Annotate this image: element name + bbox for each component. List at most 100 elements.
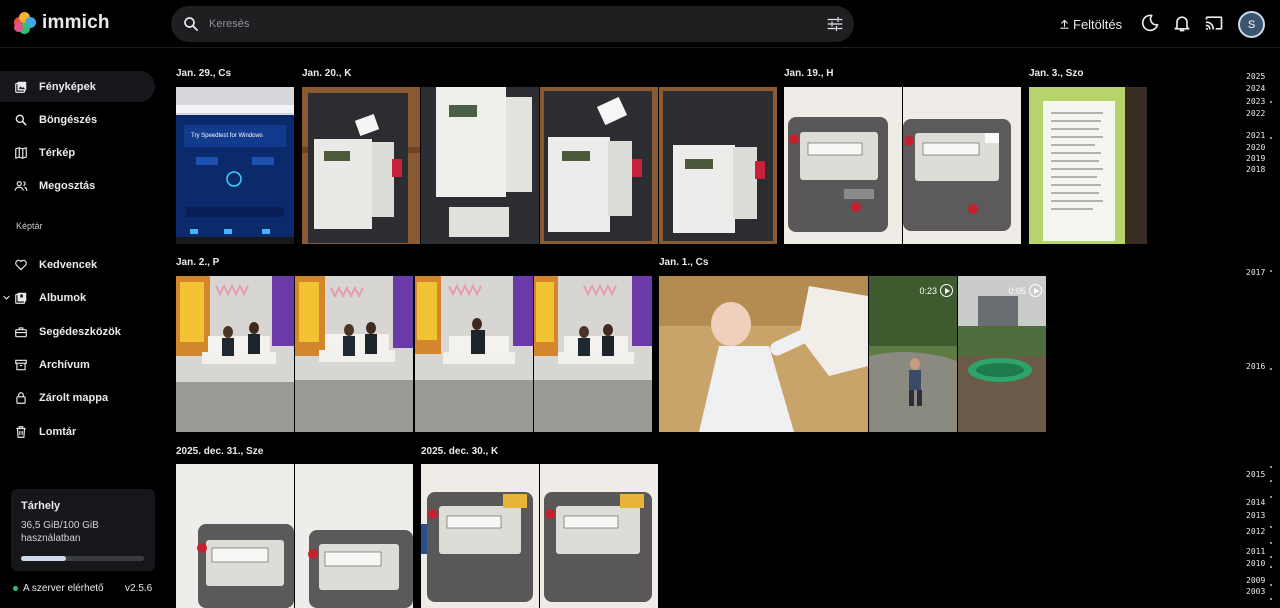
upload-button[interactable]: Feltöltés: [1053, 12, 1128, 36]
scrubber-year[interactable]: 2013: [1246, 511, 1265, 520]
sidebar-item-trash[interactable]: Lomtár: [0, 416, 155, 447]
photo-thumbnail[interactable]: [421, 464, 539, 608]
app-version[interactable]: v2.5.6: [125, 583, 152, 594]
photo-thumbnail[interactable]: [176, 464, 294, 608]
sidebar-item-label: Segédeszközök: [39, 325, 121, 338]
scrubber-year[interactable]: 2023: [1246, 97, 1265, 106]
sidebar-item-utilities[interactable]: Segédeszközök: [0, 316, 155, 347]
date-group-label[interactable]: Jan. 3., Szo: [1029, 68, 1083, 79]
date-group-label[interactable]: Jan. 29., Cs: [176, 68, 231, 79]
lock-icon: [16, 391, 26, 404]
video-duration-text: 0:05: [1008, 285, 1026, 296]
sidebar-item-map[interactable]: Térkép: [0, 137, 155, 168]
upload-label: Feltöltés: [1073, 16, 1123, 32]
sidebar-item-explore[interactable]: Böngészés: [0, 104, 155, 135]
sidebar-item-photos[interactable]: Fényképek: [0, 71, 155, 102]
archive-icon: [15, 359, 27, 370]
sidebar-item-label: Zárolt mappa: [39, 391, 109, 404]
scrubber-year[interactable]: 2017: [1246, 268, 1265, 277]
svg-text:Try Speedtest for Windows: Try Speedtest for Windows: [191, 133, 263, 139]
theme-toggle-icon[interactable]: [1140, 13, 1160, 33]
heart-icon: [15, 259, 27, 270]
sidebar-item-albums[interactable]: Albumok: [0, 282, 155, 313]
scrubber-year[interactable]: 2014: [1246, 498, 1265, 507]
photo-thumbnail[interactable]: [534, 276, 652, 432]
scrubber-year[interactable]: 2015: [1246, 470, 1265, 479]
photo-thumbnail[interactable]: [540, 464, 658, 608]
photo-thumbnail[interactable]: [421, 87, 539, 244]
photo-thumbnail[interactable]: [659, 87, 777, 244]
scrubber-year[interactable]: 2003: [1246, 587, 1265, 596]
photo-thumbnail[interactable]: [540, 87, 658, 244]
scrubber-year[interactable]: 2025: [1246, 72, 1265, 81]
notification-bell-icon[interactable]: [1172, 13, 1192, 33]
photo-thumbnail[interactable]: [659, 276, 868, 432]
server-status-text: A szerver elérhető: [23, 583, 104, 594]
album-icon: [15, 292, 27, 304]
scrubber-month-dot: [1270, 496, 1272, 498]
photo-thumbnail[interactable]: [784, 87, 902, 244]
sidebar-item-sharing[interactable]: Megosztás: [0, 170, 155, 201]
sidebar-item-favorites[interactable]: Kedvencek: [0, 249, 155, 280]
photo-thumbnail[interactable]: [415, 276, 533, 432]
upload-icon: [1060, 19, 1069, 29]
scrubber-year[interactable]: 2011: [1246, 547, 1265, 556]
video-duration: 0:05: [1008, 284, 1042, 297]
photo-thumbnail[interactable]: [176, 276, 294, 432]
sidebar-item-label: Albumok: [39, 291, 87, 304]
scrubber-month-dot: [1270, 101, 1272, 103]
scrubber-year[interactable]: 2024: [1246, 84, 1265, 93]
sidebar-item-label: Archívum: [39, 358, 90, 371]
search-filter-icon[interactable]: [826, 15, 844, 33]
storage-progress-fill: [21, 556, 66, 561]
date-group-label[interactable]: 2025. dec. 30., K: [421, 446, 498, 457]
photo-thumbnail[interactable]: Try Speedtest for Windows: [176, 87, 294, 244]
sidebar-item-locked-folder[interactable]: Zárolt mappa: [0, 382, 155, 413]
map-icon: [15, 146, 27, 159]
scrubber-month-dot: [1270, 466, 1272, 468]
scrubber-month-dot: [1270, 542, 1272, 544]
sidebar-section-library: Képtár: [16, 221, 43, 231]
search-icon: [15, 114, 27, 125]
photo-thumbnail[interactable]: [903, 87, 1021, 244]
scrubber-year[interactable]: 2022: [1246, 109, 1265, 118]
video-thumbnail[interactable]: 0:05: [958, 276, 1046, 432]
scrubber-month-dot: [1270, 526, 1272, 528]
cast-icon[interactable]: [1204, 13, 1224, 33]
date-group-label[interactable]: Jan. 2., P: [176, 257, 219, 268]
date-group-label[interactable]: Jan. 20., K: [302, 68, 351, 79]
photo-thumbnail[interactable]: [302, 87, 420, 244]
search-icon[interactable]: [182, 15, 200, 33]
play-icon: [1029, 284, 1042, 297]
video-thumbnail[interactable]: 0:23: [869, 276, 957, 432]
scrubber-year[interactable]: 2018: [1246, 165, 1265, 174]
photo-thumbnail[interactable]: [1029, 87, 1147, 244]
trash-icon: [16, 425, 26, 438]
scrubber-year[interactable]: 2010: [1246, 559, 1265, 568]
scrubber-month-dot: [1270, 480, 1272, 482]
user-avatar[interactable]: S: [1238, 11, 1265, 38]
scrubber-month-dot: [1270, 368, 1272, 370]
scrubber-year[interactable]: 2016: [1246, 362, 1265, 371]
storage-card[interactable]: Tárhely 36,5 GiB/100 GiB használatban: [11, 489, 155, 571]
search-bar[interactable]: [171, 6, 854, 42]
sidebar-item-label: Megosztás: [39, 179, 96, 192]
scrubber-month-dot: [1270, 598, 1272, 600]
scrubber-year[interactable]: 2012: [1246, 527, 1265, 536]
photo-thumbnail[interactable]: [295, 464, 413, 608]
sidebar-item-archive[interactable]: Archívum: [0, 349, 155, 380]
photo-thumbnail[interactable]: [295, 276, 413, 432]
app-logo[interactable]: immich: [14, 12, 110, 34]
people-icon: [14, 180, 28, 191]
scrubber-month-dot: [1270, 270, 1272, 272]
date-group-label[interactable]: Jan. 19., H: [784, 68, 833, 79]
scrubber-year[interactable]: 2009: [1246, 576, 1265, 585]
date-group-label[interactable]: 2025. dec. 31., Sze: [176, 446, 263, 457]
photos-icon: [15, 81, 27, 93]
scrubber-year[interactable]: 2021: [1246, 131, 1265, 140]
scrubber-year[interactable]: 2019: [1246, 154, 1265, 163]
scrubber-year[interactable]: 2020: [1246, 143, 1265, 152]
search-input[interactable]: [209, 14, 809, 34]
date-group-label[interactable]: Jan. 1., Cs: [659, 257, 708, 268]
storage-usage-text: 36,5 GiB/100 GiB használatban: [21, 520, 99, 544]
